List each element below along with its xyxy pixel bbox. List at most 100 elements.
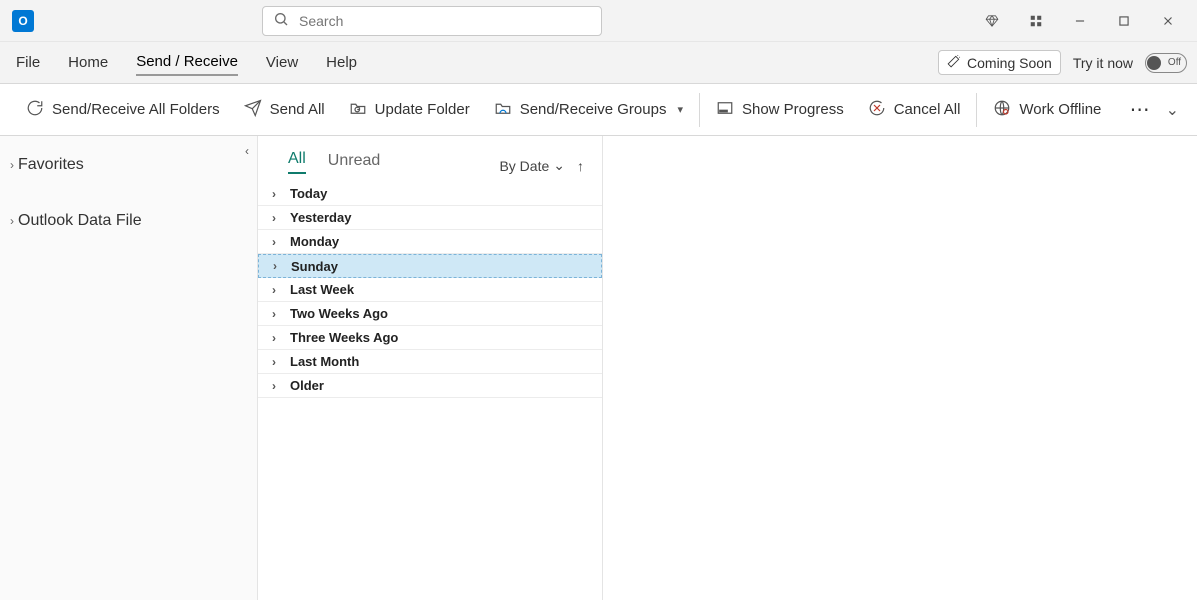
coming-soon-button[interactable]: Coming Soon — [938, 50, 1061, 75]
tab-all[interactable]: All — [288, 150, 306, 174]
chevron-down-icon: ▾ — [677, 103, 683, 116]
toggle-label: Off — [1164, 57, 1185, 68]
reading-pane — [603, 136, 1197, 600]
chevron-down-icon: ⌄ — [553, 157, 565, 174]
mail-group-row[interactable]: › Yesterday — [258, 206, 602, 230]
menu-view[interactable]: View — [266, 50, 298, 75]
minimize-button[interactable] — [1071, 12, 1089, 30]
separator — [699, 93, 700, 127]
chevron-right-icon: › — [273, 259, 283, 273]
send-all-label: Send All — [270, 101, 325, 118]
mail-group-row[interactable]: › Monday — [258, 230, 602, 254]
chevron-right-icon: › — [10, 158, 14, 172]
ribbon-more: ⋯ ⌄ — [1130, 97, 1197, 122]
menu-bar: File Home Send / Receive View Help Comin… — [0, 42, 1197, 84]
update-folder-button[interactable]: Update Folder — [337, 93, 482, 127]
mail-group-row[interactable]: › Older — [258, 374, 602, 398]
mail-group-label: Last Month — [290, 354, 359, 369]
send-receive-groups-button[interactable]: Send/Receive Groups ▾ — [482, 93, 695, 127]
chevron-right-icon: › — [272, 235, 282, 249]
search-input[interactable] — [299, 13, 591, 29]
coming-soon-label: Coming Soon — [967, 55, 1052, 71]
folder-sidebar: ‹ › Favorites › Outlook Data File — [0, 136, 258, 600]
mail-group-label: Monday — [290, 234, 339, 249]
chevron-right-icon: › — [272, 307, 282, 321]
work-offline-label: Work Offline — [1019, 101, 1101, 118]
cancel-icon — [868, 99, 886, 121]
groups-icon — [494, 99, 512, 121]
mail-group-row[interactable]: › Three Weeks Ago — [258, 326, 602, 350]
chevron-right-icon: › — [272, 283, 282, 297]
menu-right: Coming Soon Try it now Off — [938, 50, 1197, 75]
chevron-right-icon: › — [10, 214, 14, 228]
premium-icon[interactable] — [983, 12, 1001, 30]
separator — [976, 93, 977, 127]
show-progress-label: Show Progress — [742, 101, 844, 118]
mail-list-pane: All Unread By Date ⌄ ↑ ›Today›Yesterday›… — [258, 136, 603, 600]
try-it-toggle[interactable]: Off — [1145, 53, 1187, 73]
mail-group-row[interactable]: › Sunday — [258, 254, 602, 278]
show-progress-button[interactable]: Show Progress — [704, 93, 856, 127]
sort-by-label: By Date — [499, 158, 549, 174]
chevron-right-icon: › — [272, 331, 282, 345]
menu-home[interactable]: Home — [68, 50, 108, 75]
toggle-knob — [1147, 56, 1161, 70]
chevron-right-icon: › — [272, 355, 282, 369]
sort-controls: By Date ⌄ ↑ — [499, 157, 584, 174]
mail-groups: › Today › Yesterday › Monday › Sunday › Last Week… — [258, 182, 602, 398]
refresh-icon — [26, 99, 44, 121]
update-folder-label: Update Folder — [375, 101, 470, 118]
search-icon — [273, 11, 299, 30]
cancel-all-button[interactable]: Cancel All — [856, 93, 973, 127]
mail-group-row[interactable]: › Last Month — [258, 350, 602, 374]
mail-filter-tabs: All Unread By Date ⌄ ↑ — [258, 136, 602, 182]
chevron-right-icon: › — [272, 187, 282, 201]
mail-group-label: Two Weeks Ago — [290, 306, 388, 321]
collapse-ribbon-button[interactable]: ⌄ — [1166, 100, 1179, 120]
menu-send-receive[interactable]: Send / Receive — [136, 49, 238, 76]
progress-icon — [716, 99, 734, 121]
collapse-sidebar-button[interactable]: ‹ — [245, 144, 249, 158]
folder-refresh-icon — [349, 99, 367, 121]
favorites-label: Favorites — [18, 156, 84, 174]
menu-help[interactable]: Help — [326, 50, 357, 75]
sort-by-dropdown[interactable]: By Date ⌄ — [499, 157, 565, 174]
mail-group-row[interactable]: › Two Weeks Ago — [258, 302, 602, 326]
more-commands-button[interactable]: ⋯ — [1130, 97, 1152, 122]
try-it-label: Try it now — [1073, 55, 1133, 71]
mail-group-label: Sunday — [291, 259, 338, 274]
ribbon: Send/Receive All Folders Send All Update… — [0, 84, 1197, 136]
mail-group-row[interactable]: › Last Week — [258, 278, 602, 302]
mail-group-label: Last Week — [290, 282, 354, 297]
search-box[interactable] — [262, 6, 602, 36]
grid-icon[interactable] — [1027, 12, 1045, 30]
send-receive-all-button[interactable]: Send/Receive All Folders — [14, 93, 232, 127]
sidebar-favorites[interactable]: › Favorites — [0, 146, 257, 184]
groups-label: Send/Receive Groups — [520, 101, 667, 118]
chevron-right-icon: › — [272, 211, 282, 225]
work-offline-button[interactable]: Work Offline — [981, 93, 1113, 127]
data-file-label: Outlook Data File — [18, 212, 142, 230]
mail-group-label: Yesterday — [290, 210, 351, 225]
send-receive-all-label: Send/Receive All Folders — [52, 101, 220, 118]
wand-icon — [947, 54, 961, 71]
chevron-right-icon: › — [272, 379, 282, 393]
mail-group-label: Three Weeks Ago — [290, 330, 398, 345]
send-all-button[interactable]: Send All — [232, 93, 337, 127]
sort-direction-button[interactable]: ↑ — [577, 158, 584, 174]
tab-unread[interactable]: Unread — [328, 152, 380, 174]
cancel-all-label: Cancel All — [894, 101, 961, 118]
mail-group-row[interactable]: › Today — [258, 182, 602, 206]
title-bar — [0, 0, 1197, 42]
mail-group-label: Older — [290, 378, 324, 393]
main-body: ‹ › Favorites › Outlook Data File All Un… — [0, 136, 1197, 600]
send-icon — [244, 99, 262, 121]
maximize-button[interactable] — [1115, 12, 1133, 30]
close-button[interactable] — [1159, 12, 1177, 30]
menu-file[interactable]: File — [16, 50, 40, 75]
globe-icon — [993, 99, 1011, 121]
mail-group-label: Today — [290, 186, 327, 201]
app-icon — [12, 10, 34, 32]
title-right-controls — [983, 12, 1197, 30]
sidebar-data-file[interactable]: › Outlook Data File — [0, 202, 257, 240]
